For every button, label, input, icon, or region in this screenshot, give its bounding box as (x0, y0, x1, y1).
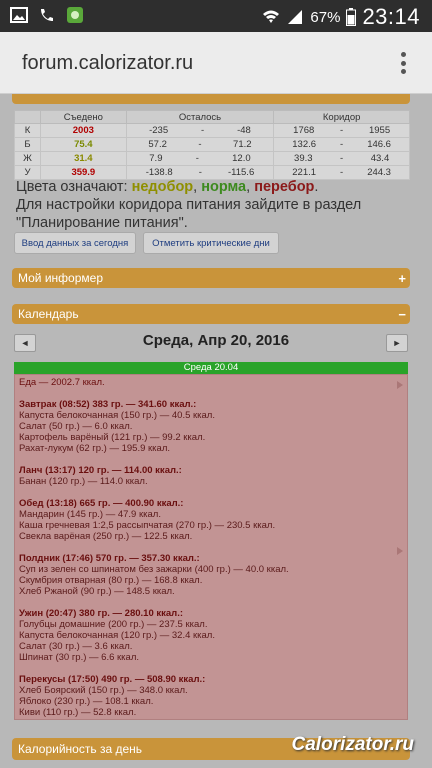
list-item: Мандарин (145 гр.) — 47.9 ккал. (19, 509, 161, 520)
list-item: Шпинат (30 гр.) — 6.6 ккал. (19, 652, 140, 663)
corridor-range: 39.3-43.4 (273, 151, 410, 166)
clock: 23:14 (362, 4, 420, 29)
drag-handle-icon[interactable] (397, 381, 403, 389)
list-item: Хлеб Боярский (150 гр.) — 348.0 ккал. (19, 685, 188, 696)
overflow-menu-icon[interactable] (400, 52, 406, 74)
legend-hint: Для настройки коридора питания зайдите в… (16, 197, 362, 231)
row-label: Ж (14, 151, 41, 166)
list-item: Яблоко (230 гр.) — 108.1 ккал. (19, 696, 154, 707)
missed-call-icon (41, 9, 53, 21)
gallery-icon (10, 7, 28, 23)
legend-line: Цвета означают: недобор, норма, перебор. (16, 179, 319, 195)
calendar-header[interactable]: Календарь − (12, 304, 410, 324)
app-notification-icon (67, 7, 83, 23)
watermark-logo: Calorizator.ru (291, 734, 414, 755)
summary-panel-header (12, 94, 410, 104)
daily-calories-title: Калорийность за день (18, 742, 143, 756)
drag-handle-icon[interactable] (397, 547, 403, 555)
list-item: Капуста белокочанная (120 гр.) — 32.4 кк… (19, 630, 215, 641)
list-item: Голубцы домашние (200 гр.) — 237.5 ккал. (19, 619, 208, 630)
table-row: Б 75.4 57.2-71.2 132.6-146.6 (14, 137, 410, 152)
header-blank (14, 110, 41, 124)
table-row: Ж 31.4 7.9-12.0 39.3-43.4 (14, 151, 410, 166)
table-row: К 2003 -235- -48 1768-1955 (14, 123, 410, 138)
legend-over: перебор (254, 179, 315, 195)
informer-title: Мой информер (18, 271, 103, 285)
legend-norm: норма (201, 179, 247, 195)
eaten-value: 75.4 (40, 137, 127, 152)
list-item: Суп из зелен со шпинатом без зажарки (40… (19, 564, 289, 575)
remaining-range: -235- -48 (125, 123, 275, 138)
row-label: Б (14, 137, 41, 152)
meal-header-snacks: Перекусы (17:50) 490 гр. — 508.90 ккал.: (19, 674, 206, 685)
mark-critical-days-button[interactable]: Отметить критические дни (143, 232, 279, 254)
eaten-value: 2003 (40, 123, 127, 138)
day-total: Еда — 2002.7 ккал. (19, 377, 105, 388)
color-legend: Цвета означают: недобор, норма, перебор.… (16, 178, 416, 232)
calendar-date: Среда, Апр 20, 2016 (142, 332, 290, 349)
notification-icons (10, 6, 84, 24)
list-item: Рахат-лукум (62 гр.) — 195.9 ккал. (19, 443, 171, 454)
remaining-range: 7.9-12.0 (125, 151, 275, 166)
list-item: Киви (110 гр.) — 52.8 ккал. (19, 707, 137, 718)
list-item: Банан (120 гр.) — 114.0 ккал. (19, 476, 148, 487)
corridor-range: 132.6-146.6 (273, 137, 410, 152)
row-label: К (14, 123, 41, 138)
browser-toolbar: forum.calorizator.ru (0, 32, 432, 94)
meals-list: Еда — 2002.7 ккал. Завтрак (08:52) 383 г… (19, 377, 399, 718)
list-item: Свекла варёная (250 гр.) — 122.5 ккал. (19, 531, 193, 542)
header-corridor: Коридор (273, 110, 410, 124)
meal-header-supper: Ужин (20:47) 380 гр. — 280.10 ккал.: (19, 608, 183, 619)
battery-percent: 67% (310, 8, 341, 26)
status-indicators: 67% 23:14 (262, 4, 420, 30)
summary-table-container: Съедено Осталось Коридор К 2003 -235- -48… (14, 110, 410, 180)
meal-header-snack: Полдник (17:46) 570 гр. — 357.30 ккал.: (19, 553, 200, 564)
status-bar: 67% 23:14 (0, 0, 432, 32)
meal-header-lunch: Ланч (13:17) 120 гр. — 114.00 ккал.: (19, 465, 182, 476)
collapse-icon[interactable]: − (398, 307, 406, 322)
remaining-range: 57.2-71.2 (125, 137, 275, 152)
url-field[interactable]: forum.calorizator.ru (22, 52, 193, 75)
list-item: Каша гречневая 1:2,5 рассыпчатая (270 гр… (19, 520, 276, 531)
enter-today-button[interactable]: Ввод данных за сегодня (14, 232, 136, 254)
day-meals-panel: Еда — 2002.7 ккал. Завтрак (08:52) 383 г… (14, 374, 408, 720)
page-content: Съедено Осталось Коридор К 2003 -235- -48… (0, 94, 432, 768)
legend-under: недобор (131, 179, 194, 195)
list-item: Картофель варёный (121 гр.) — 99.2 ккал. (19, 432, 206, 443)
header-remaining: Осталось (125, 110, 275, 124)
meal-header-breakfast: Завтрак (08:52) 383 гр. — 341.60 ккал.: (19, 399, 197, 410)
wifi-icon (263, 10, 280, 23)
header-eaten: Съедено (40, 110, 127, 124)
calendar-title: Календарь (18, 307, 79, 321)
day-label-bar[interactable]: Среда 20.04 (14, 362, 408, 374)
corridor-range: 1768-1955 (273, 123, 410, 138)
informer-header[interactable]: Мой информер + (12, 268, 410, 288)
signal-icon (288, 10, 303, 24)
expand-icon[interactable]: + (398, 271, 406, 286)
meal-header-dinner: Обед (13:18) 665 гр. — 400.90 ккал.: (19, 498, 184, 509)
list-item: Капуста белокочанная (150 гр.) — 40.5 кк… (19, 410, 215, 421)
list-item: Хлеб Ржаной (90 гр.) — 148.5 ккал. (19, 586, 175, 597)
battery-icon (346, 8, 357, 26)
next-day-button[interactable]: ► (386, 334, 408, 352)
summary-table: Съедено Осталось Коридор К 2003 -235- -48… (14, 110, 410, 180)
list-item: Салат (50 гр.) — 6.0 ккал. (19, 421, 133, 432)
list-item: Скумбрия отварная (80 гр.) — 168.8 ккал. (19, 575, 203, 586)
eaten-value: 31.4 (40, 151, 127, 166)
list-item: Салат (30 гр.) — 3.6 ккал. (19, 641, 133, 652)
